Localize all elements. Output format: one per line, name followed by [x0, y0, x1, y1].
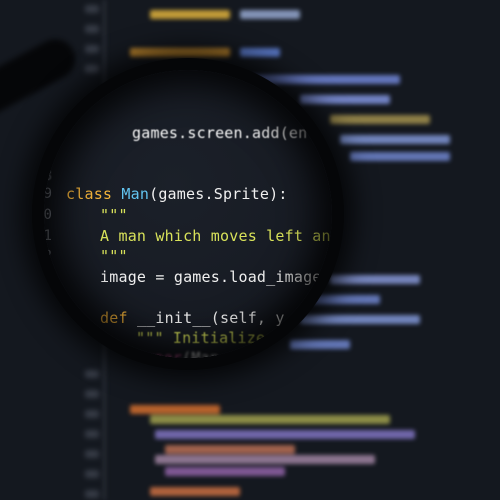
gutter-number: [85, 410, 99, 418]
blurred-code-line: [130, 405, 220, 414]
line-number: 123: [44, 269, 52, 285]
keyword: class: [66, 185, 122, 203]
code-line-def: def __init__(self, y: [100, 309, 285, 327]
gutter-number: [85, 25, 99, 33]
gutter-number: [85, 490, 99, 498]
line-number: 22: [44, 248, 52, 264]
blurred-code-line: [155, 455, 375, 464]
code-line-add: games.screen.add(en: [132, 124, 307, 142]
line-number: 8: [44, 168, 52, 184]
blurred-code-line: [350, 152, 450, 161]
gutter-number: [85, 45, 99, 53]
code-line-docstring-text: A man which moves left and: [100, 227, 332, 245]
line-number: 26: [44, 350, 52, 358]
blurred-code-line: [155, 430, 415, 439]
blurred-code-line: [330, 115, 430, 124]
code-line-docstring-close: """: [100, 247, 128, 265]
string: """: [100, 206, 128, 224]
code-text: image = games.load_image(: [100, 268, 331, 286]
code-text: __init__(self, y: [136, 309, 285, 327]
gutter-number: [85, 390, 99, 398]
magnifier-lens: 7 games.screen.add(en 8 19 class Man(gam…: [44, 70, 332, 358]
line-number: 25: [44, 310, 52, 326]
code-line-class: class Man(games.Sprite):: [66, 185, 288, 203]
code-line-super: super(Man: [136, 349, 219, 358]
magnified-code: 7 games.screen.add(en 8 19 class Man(gam…: [44, 70, 332, 358]
code-line-image: image = games.load_image(: [100, 268, 331, 286]
string: A man which moves left and: [100, 227, 332, 245]
line-number: 121: [44, 228, 52, 244]
gutter-number: [85, 370, 99, 378]
code-text: games.screen.add(en: [132, 124, 308, 142]
blurred-code-line: [150, 487, 240, 496]
code-text: (games.Sprite):: [149, 185, 288, 203]
blurred-code-line: [150, 415, 390, 424]
blurred-code-line: [150, 10, 230, 19]
line-number: 7: [44, 140, 52, 156]
blurred-code-line: [240, 10, 300, 19]
line-number: 19: [44, 186, 52, 202]
blurred-code-line: [240, 48, 280, 57]
class-name: Man: [121, 185, 150, 203]
gutter-number: [85, 5, 99, 13]
gutter-number: [85, 430, 99, 438]
blurred-code-line: [165, 445, 295, 454]
line-number: 120: [44, 207, 52, 223]
line-number: 24: [44, 290, 52, 306]
code-text: (Man: [182, 349, 220, 358]
gutter-number: [85, 450, 99, 458]
blurred-code-line: [130, 48, 230, 57]
string: """: [100, 247, 128, 265]
string: """ Initialize: [136, 329, 275, 347]
code-line-docstring-open: """: [100, 206, 128, 224]
blurred-code-line: [165, 467, 285, 476]
gutter-number: [85, 470, 99, 478]
blurred-code-line: [330, 275, 420, 284]
code-line-initialize: """ Initialize: [136, 329, 274, 347]
builtin: super: [136, 349, 183, 358]
blurred-code-line: [340, 135, 450, 144]
keyword: def: [100, 309, 137, 327]
